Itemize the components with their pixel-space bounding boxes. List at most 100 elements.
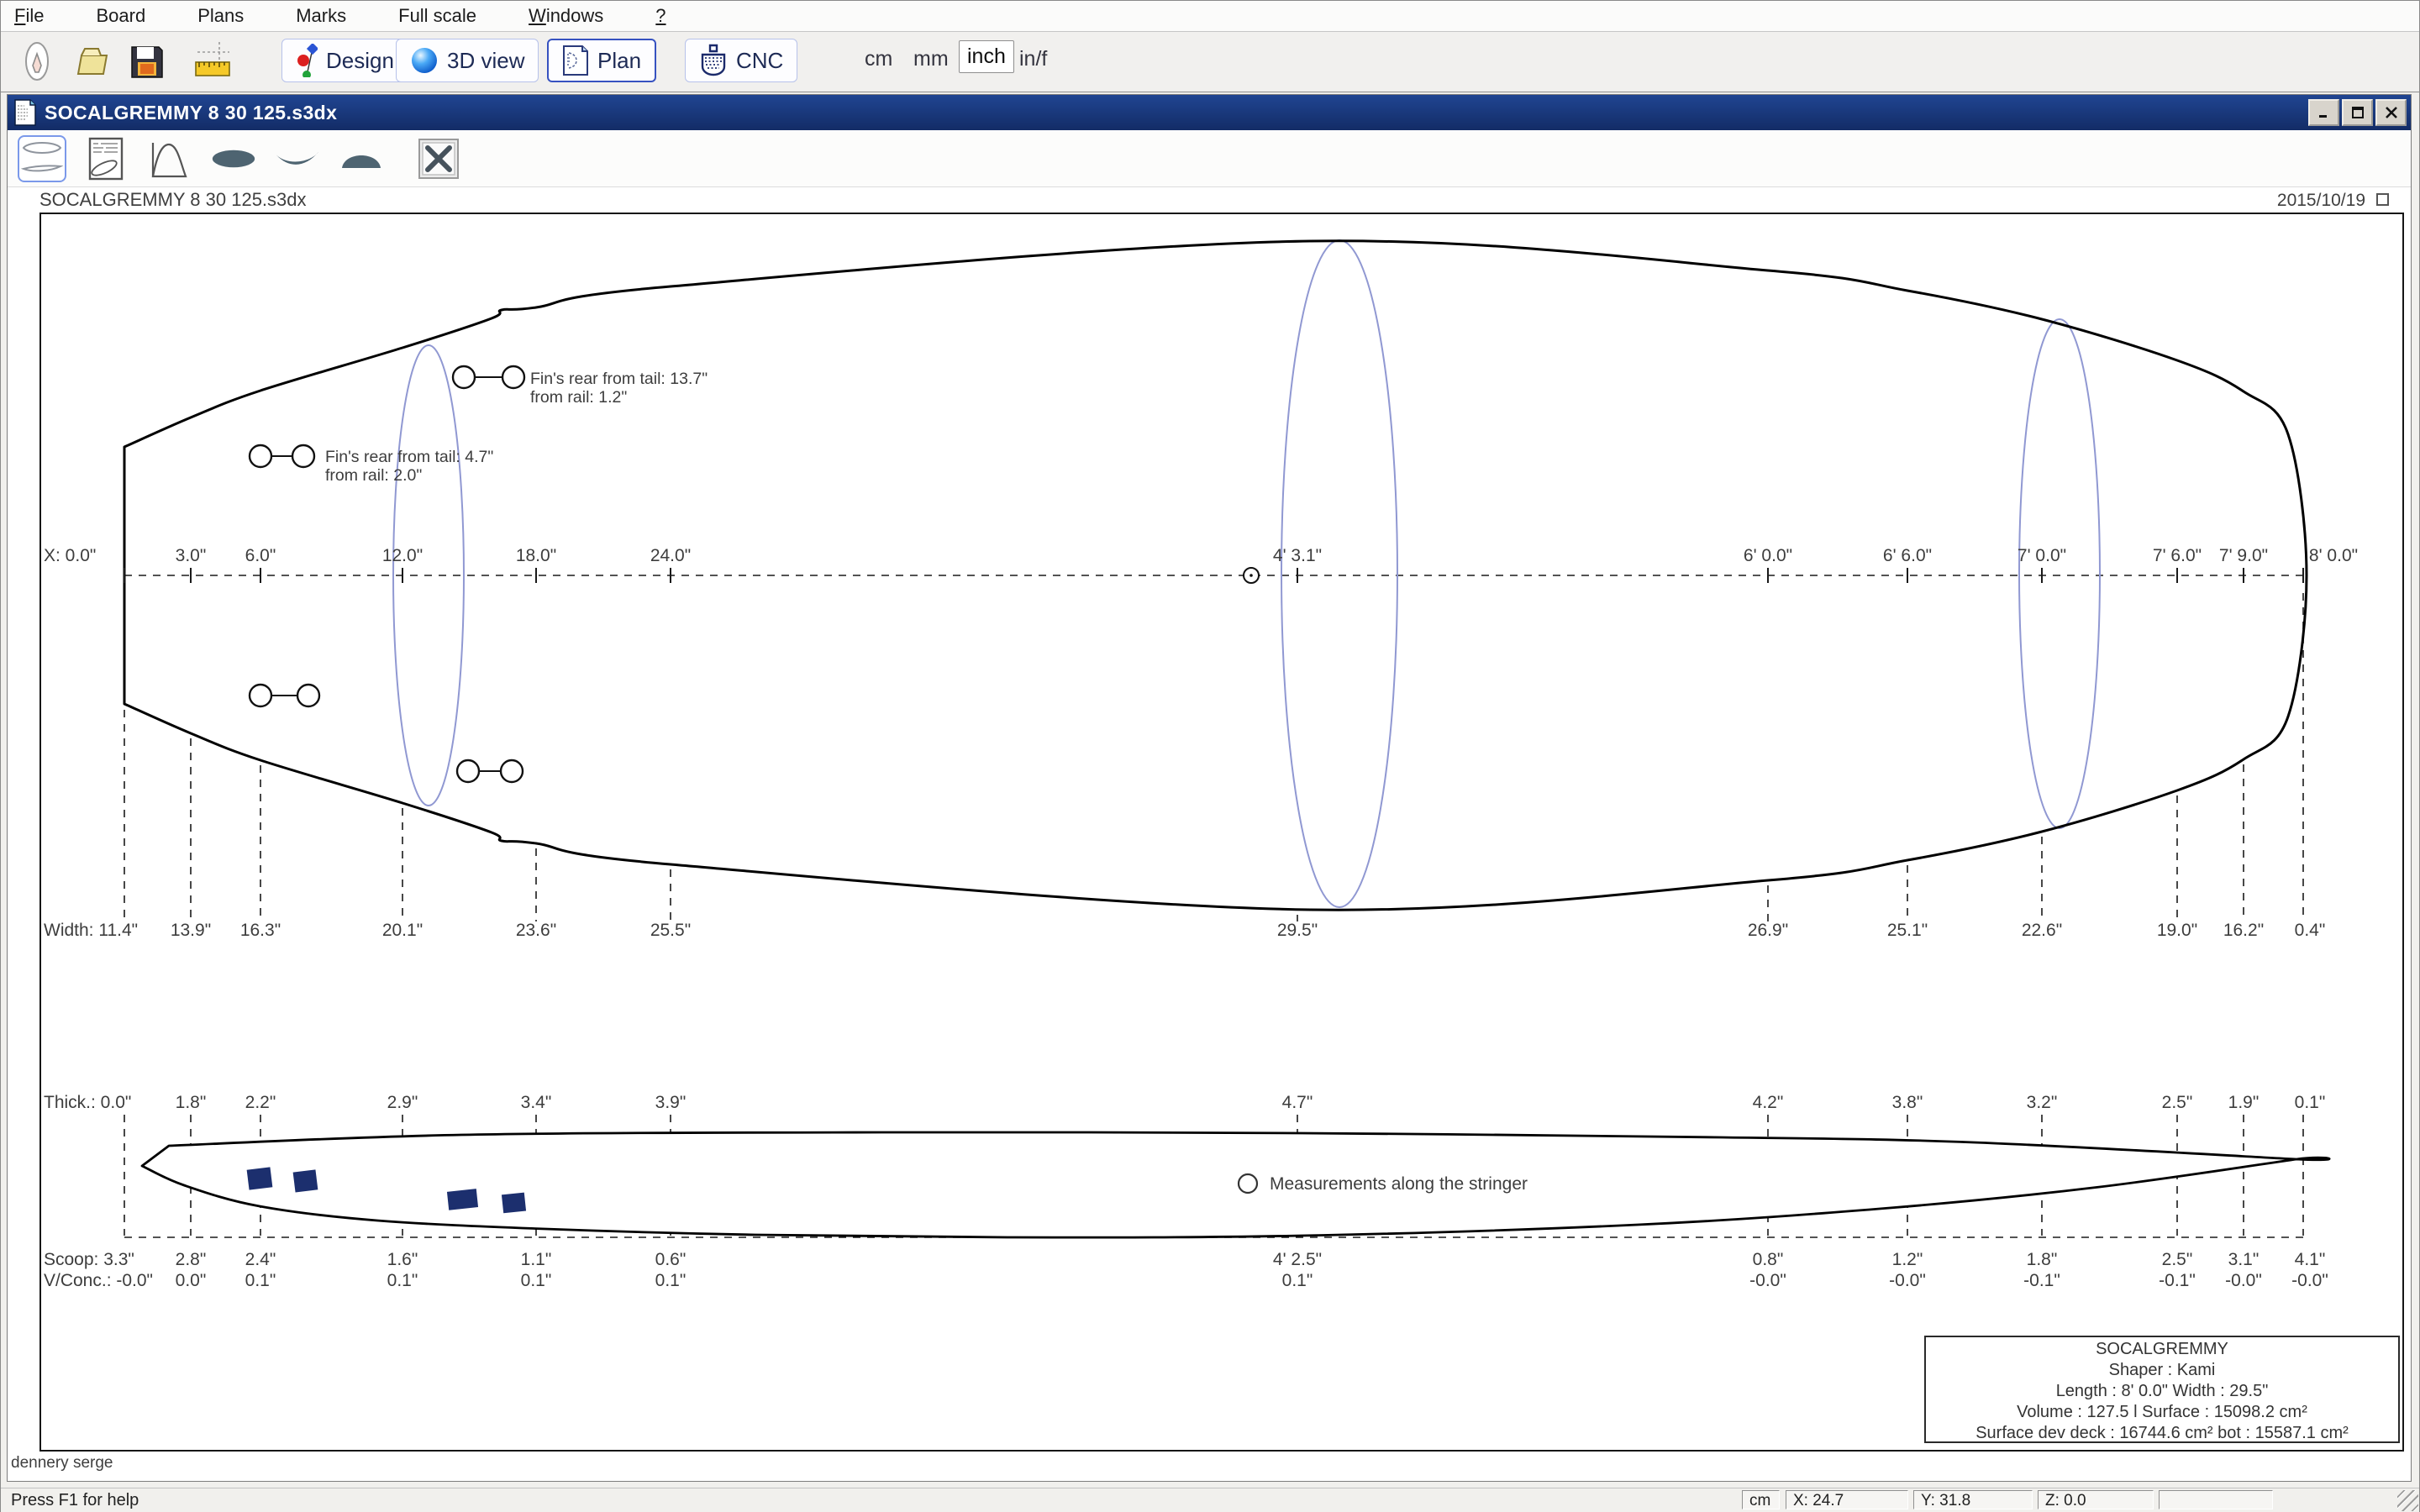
3d-view-button[interactable]: 3D view (396, 39, 539, 82)
design-icon (297, 44, 318, 77)
fin-markers (248, 365, 526, 784)
menu-windows[interactable]: Windows (529, 5, 603, 27)
fin-plug (246, 1167, 273, 1190)
resize-grip[interactable] (2397, 1490, 2418, 1511)
sheet-filename: SOCALGREMMY 8 30 125.s3dx (39, 189, 307, 210)
board-info-box: SOCALGREMMY Shaper : Kami Length : 8' 0.… (1924, 1336, 2400, 1443)
vee-concave-label: -0.0" (2225, 1271, 2262, 1290)
width-label: Width: 11.4" (44, 921, 138, 940)
menu-plans[interactable]: Plans (197, 5, 244, 27)
drawing-frame: X: 0.0" Width: 11.4" Thick.: 0.0" Scoop: 3.… (39, 213, 2404, 1452)
width-label: 25.5" (650, 921, 691, 940)
save-icon[interactable] (125, 40, 167, 82)
thickness-label: Thick.: 0.0" (44, 1093, 131, 1112)
window-title: SOCALGREMMY 8 30 125.s3dx (45, 101, 338, 123)
document-icon (14, 99, 36, 126)
author-name: dennery serge (11, 1454, 113, 1472)
menu-marks[interactable]: Marks (296, 5, 346, 27)
unit-inch[interactable]: inch (959, 40, 1014, 73)
vee-concave-label: -0.0" (1889, 1271, 1926, 1290)
fin-plug (501, 1192, 527, 1214)
scoop-label: 0.8" (1753, 1250, 1784, 1269)
x-position-label: 6' 0.0" (1744, 546, 1792, 565)
select-tool-icon[interactable] (16, 40, 58, 82)
stringer-marker (1237, 1173, 1259, 1194)
thickness-label: 1.9" (2228, 1093, 2260, 1112)
view-plan-profile-icon[interactable] (18, 134, 66, 182)
info-board-name: SOCALGREMMY (2096, 1340, 2228, 1358)
vee-concave-label: 0.1" (245, 1271, 276, 1290)
slice-ellipse-nose (2018, 318, 2101, 829)
x-position-label: 24.0" (650, 546, 691, 565)
x-position-label: 7' 0.0" (2018, 546, 2066, 565)
plan-sheet: SOCALGREMMY 8 30 125.s3dx 2015/10/19 X: … (8, 187, 2411, 1481)
x-position-label: 12.0" (382, 546, 423, 565)
info-shaper: Shaper : Kami (2108, 1361, 2216, 1379)
width-label: 29.5" (1277, 921, 1318, 940)
status-z-coordinate: Z: 0.0 (2038, 1490, 2154, 1509)
x-position-label: X: 0.0" (44, 546, 96, 565)
measure-icon[interactable] (191, 40, 233, 82)
unit-mm[interactable]: mm (913, 47, 949, 71)
scoop-label: 1.8" (2027, 1250, 2058, 1269)
vee-concave-label: -0.0" (1749, 1271, 1786, 1290)
title-bar[interactable]: SOCALGREMMY 8 30 125.s3dx (8, 95, 2411, 130)
sheet-date: 2015/10/19 (2276, 191, 2365, 210)
view-slice-curve-icon[interactable] (145, 135, 194, 182)
width-label: 26.9" (1748, 921, 1788, 940)
thickness-label: 1.8" (176, 1093, 207, 1112)
x-position-label: 7' 9.0" (2219, 546, 2268, 565)
view-outline-icon[interactable] (209, 135, 258, 182)
close-button[interactable] (2375, 99, 2407, 126)
fin-plug (446, 1189, 479, 1210)
date-checkbox[interactable] (2376, 193, 2389, 206)
width-label: 20.1" (382, 921, 423, 940)
scoop-label: Scoop: 3.3" (44, 1250, 134, 1269)
thickness-label: 2.9" (387, 1093, 418, 1112)
width-label: 13.9" (171, 921, 211, 940)
unit-cm[interactable]: cm (865, 47, 892, 71)
open-file-icon[interactable] (73, 40, 115, 82)
cnc-bit-icon (701, 44, 726, 76)
plan-button[interactable]: Plan (547, 39, 657, 82)
menu-full-scale[interactable]: Full scale (398, 5, 476, 27)
width-label: 16.3" (240, 921, 281, 940)
status-unit: cm (1742, 1490, 1780, 1509)
view-rocker-icon[interactable] (273, 135, 322, 182)
maximize-button[interactable] (2342, 99, 2373, 126)
thickness-label: 3.2" (2027, 1093, 2058, 1112)
status-y-coordinate: Y: 31.8 (1913, 1490, 2033, 1509)
vee-concave-label: 0.0" (176, 1271, 207, 1290)
menu-board[interactable]: Board (96, 5, 145, 27)
scoop-label: 4.1" (2295, 1250, 2326, 1269)
board-center-marker (1243, 567, 1260, 584)
menu-file[interactable]: File (14, 5, 44, 27)
plan-doc-icon (563, 45, 588, 76)
board-profile (140, 1131, 2331, 1239)
unit-inf[interactable]: in/f (1019, 47, 1047, 71)
vee-concave-label: -0.0" (2291, 1271, 2328, 1290)
scoop-label: 0.6" (655, 1250, 687, 1269)
x-position-label: 3.0" (176, 546, 207, 565)
sphere-icon (412, 48, 437, 73)
thickness-label: 0.1" (2295, 1093, 2326, 1112)
thickness-label: 4.7" (1282, 1093, 1313, 1112)
cnc-button[interactable]: CNC (685, 39, 798, 82)
export-excel-icon[interactable] (414, 135, 463, 182)
scoop-label: 1.6" (387, 1250, 418, 1269)
x-position-label: 18.0" (516, 546, 556, 565)
minimize-button[interactable] (2308, 99, 2339, 126)
menu-help[interactable]: ? (655, 5, 666, 27)
x-position-label: 6.0" (245, 546, 276, 565)
thickness-label: 2.5" (2162, 1093, 2193, 1112)
status-help-text: Press F1 for help (11, 1491, 139, 1509)
fin-annotation: Fin's rear from tail: 13.7" (530, 370, 708, 388)
view-toolbar (8, 130, 2411, 187)
document-window: SOCALGREMMY 8 30 125.s3dx SOCALGREMMY 8 … (7, 94, 2412, 1482)
design-button[interactable]: Design (281, 39, 408, 82)
thickness-label: 3.9" (655, 1093, 687, 1112)
menu-bar: File Board Plans Marks Full scale Window… (1, 1, 2419, 32)
status-extra-field (2159, 1490, 2273, 1509)
view-slice-icon[interactable] (337, 135, 386, 182)
view-spec-sheet-icon[interactable] (82, 135, 130, 182)
